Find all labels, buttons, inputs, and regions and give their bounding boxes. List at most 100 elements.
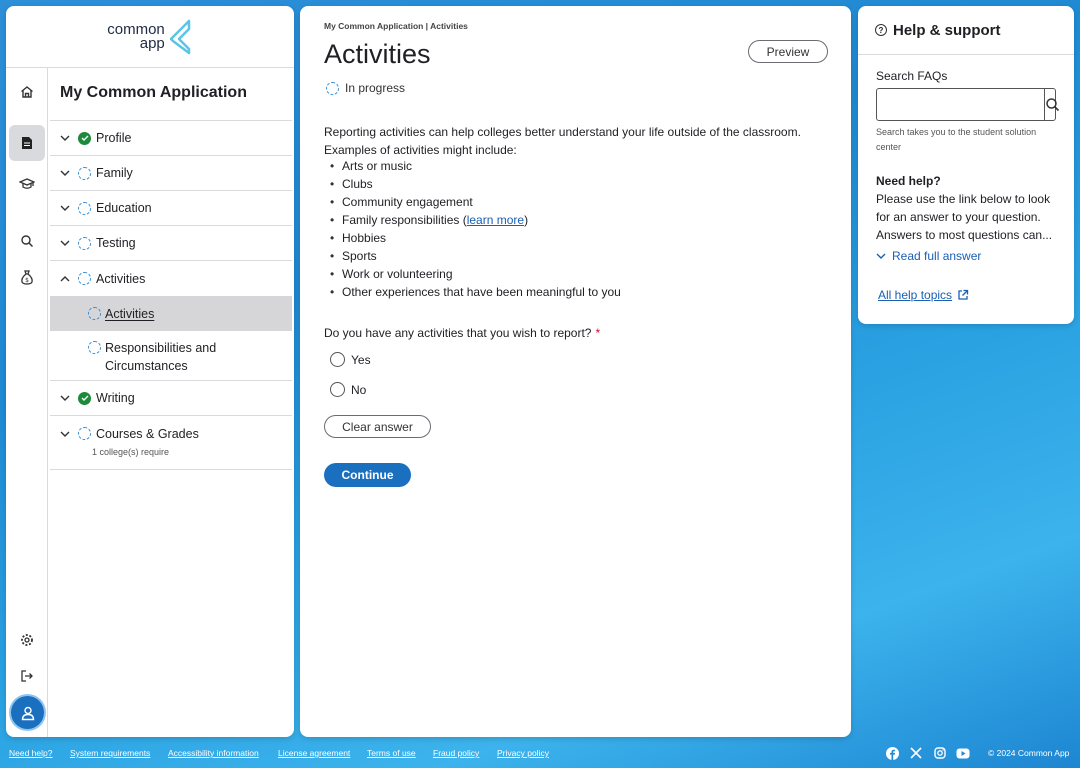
radio-label: Yes [351, 352, 371, 367]
list-item: Arts or music [330, 157, 621, 175]
read-full-answer-link[interactable]: Read full answer [876, 249, 981, 263]
nav-item-testing[interactable]: Testing [50, 226, 292, 261]
my-application-button[interactable] [9, 125, 45, 161]
chevron-up-icon[interactable] [58, 272, 72, 286]
icon-rail: $ [6, 68, 48, 737]
document-icon [22, 137, 32, 149]
youtube-link[interactable] [956, 746, 970, 760]
chevron-down-icon[interactable] [58, 391, 72, 405]
nav-subitem-activities[interactable]: Activities [50, 296, 292, 331]
question-text: Do you have any activities that you wish… [324, 326, 592, 340]
all-help-topics-link[interactable]: All help topics [878, 288, 969, 302]
nav-item-label: Profile [96, 131, 132, 145]
nav-item-writing[interactable]: Writing [50, 381, 292, 416]
home-button[interactable] [9, 74, 45, 110]
faq-label: Search FAQs [876, 69, 948, 83]
status-text: In progress [345, 81, 406, 95]
svg-text:$: $ [25, 277, 29, 284]
in-progress-icon [78, 427, 91, 440]
all-topics-label: All help topics [878, 288, 953, 302]
chevron-down-icon[interactable] [58, 427, 72, 441]
nav-subitem-responsibilities[interactable]: Responsibilities and Circumstances [50, 331, 292, 381]
account-avatar-button[interactable] [11, 696, 44, 729]
left-navigation-panel: common app $ My Common Application Profi… [6, 6, 294, 737]
nav-title: My Common Application [50, 68, 292, 121]
read-full-label: Read full answer [892, 249, 982, 263]
settings-button[interactable] [9, 622, 45, 658]
footer-link-system-requirements[interactable]: System requirements [70, 748, 150, 758]
list-item: Family responsibilities (learn more) [330, 211, 621, 229]
logout-button[interactable] [9, 658, 45, 694]
clear-answer-button[interactable]: Clear answer [324, 415, 431, 438]
nav-item-label: Testing [96, 236, 136, 250]
chevron-down-icon[interactable] [58, 131, 72, 145]
list-item: Sports [330, 247, 621, 265]
breadcrumb: My Common Application | Activities [324, 21, 468, 31]
instagram-link[interactable] [933, 746, 947, 760]
section-status: In progress [326, 81, 405, 95]
nav-subitem-label: Activities [105, 306, 155, 321]
footer: Need help? System requirements Accessibi… [0, 742, 1080, 768]
graduation-cap-icon [19, 178, 35, 189]
chevron-down-icon[interactable] [58, 201, 72, 215]
nav-item-label: Writing [96, 391, 135, 405]
in-progress-icon [78, 166, 91, 180]
radio-button[interactable] [330, 352, 345, 367]
need-help-body: Please use the link below to look for an… [876, 192, 1053, 242]
faq-search-box [876, 88, 1060, 121]
college-search-button[interactable] [9, 166, 45, 202]
complete-check-icon [78, 131, 91, 145]
preview-button[interactable]: Preview [748, 40, 828, 63]
in-progress-icon [88, 307, 101, 320]
intro-text: Reporting activities can help colleges b… [324, 123, 824, 159]
continue-button[interactable]: Continue [324, 463, 411, 487]
footer-link-license[interactable]: License agreement [278, 748, 350, 758]
nav-item-courses-grades[interactable]: Courses & Grades 1 college(s) require [50, 416, 292, 470]
logout-icon [21, 670, 33, 682]
required-marker: * [595, 326, 601, 340]
in-progress-icon [78, 272, 91, 285]
in-progress-icon [326, 81, 339, 95]
label-line2: Circumstances [105, 359, 188, 373]
nav-item-label: Family [96, 166, 133, 180]
facebook-link[interactable] [885, 746, 899, 760]
chevron-down-icon[interactable] [58, 166, 72, 180]
footer-link-fraud[interactable]: Fraud policy [433, 748, 479, 758]
youtube-icon [956, 748, 970, 758]
logo-mark-icon [169, 19, 191, 54]
logo-line2: app [139, 34, 165, 52]
learn-more-link[interactable]: learn more [467, 213, 524, 227]
home-icon [21, 86, 33, 98]
x-link[interactable] [909, 746, 923, 760]
help-title: Help & support [893, 21, 1001, 39]
footer-link-terms[interactable]: Terms of use [367, 748, 416, 758]
faq-search-button[interactable] [1044, 89, 1060, 120]
nav-item-label: Courses & Grades [96, 427, 199, 441]
footer-link-accessibility[interactable]: Accessibility information [168, 748, 259, 758]
search-button[interactable] [9, 223, 45, 259]
help-panel: ? Help & support Search FAQs Search take… [858, 6, 1074, 324]
financial-aid-button[interactable]: $ [9, 259, 45, 295]
requirement-note: 1 college(s) require [92, 447, 170, 457]
list-item: Clubs [330, 175, 621, 193]
footer-link-need-help[interactable]: Need help? [9, 748, 52, 758]
list-item: Work or volunteering [330, 265, 621, 283]
nav-item-label: Education [96, 201, 152, 215]
nav-item-family[interactable]: Family [50, 156, 292, 191]
chevron-down-icon[interactable] [58, 236, 72, 250]
radio-option-no[interactable]: No [330, 382, 366, 397]
footer-link-privacy[interactable]: Privacy policy [497, 748, 549, 758]
need-help-title: Need help? [876, 174, 941, 188]
common-app-logo[interactable]: common app [107, 22, 165, 52]
nav-item-label: Activities [96, 271, 146, 286]
radio-button[interactable] [330, 382, 345, 397]
nav-item-profile[interactable]: Profile [50, 121, 292, 156]
activities-question: Do you have any activities that you wish… [324, 326, 600, 340]
help-header: ? Help & support [858, 6, 1074, 55]
in-progress-icon [88, 341, 101, 354]
radio-option-yes[interactable]: Yes [330, 352, 371, 367]
intro-line: Reporting activities can help colleges b… [324, 125, 801, 139]
nav-item-activities[interactable]: Activities [50, 261, 292, 296]
faq-search-input[interactable] [877, 89, 1044, 120]
nav-item-education[interactable]: Education [50, 191, 292, 226]
